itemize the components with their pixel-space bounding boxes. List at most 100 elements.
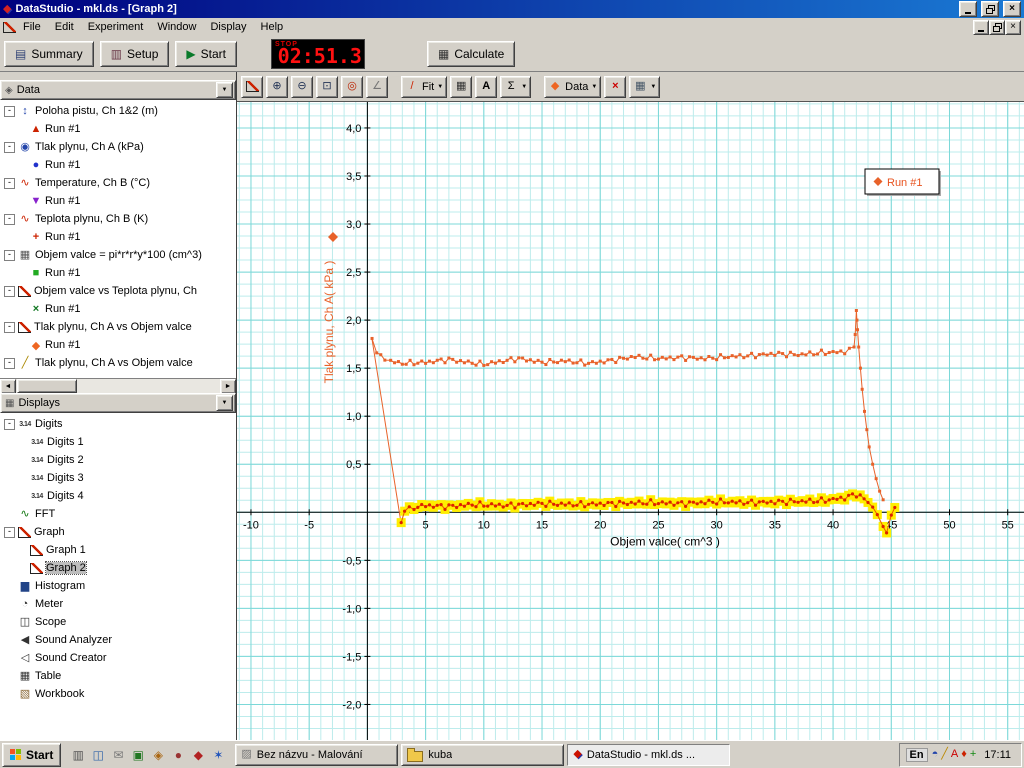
zoom-in-button[interactable]: ⊕	[266, 76, 288, 98]
menu-display[interactable]: Display	[203, 20, 253, 34]
tree-expander-icon[interactable]: -	[4, 142, 15, 153]
displays-header-dropdown-icon[interactable]: ▼	[216, 395, 233, 411]
mdi-minimize-button[interactable]	[973, 20, 989, 35]
settings-dropdown-button[interactable]: ▦▼	[629, 76, 660, 98]
display-item-row[interactable]: ◁Sound Creator	[0, 649, 236, 667]
summary-button[interactable]: ▤ Summary	[4, 41, 94, 67]
mdi-restore-button[interactable]	[989, 20, 1005, 35]
zoom-out-button[interactable]: ⊖	[291, 76, 313, 98]
display-subitem-row[interactable]: Graph 2	[0, 559, 236, 577]
data-item-row[interactable]: -Tlak plynu, Ch A vs Objem valce	[0, 318, 236, 336]
tray-icon-4[interactable]: ♦	[961, 749, 967, 760]
quick-launch-icon-5[interactable]: ◈	[149, 746, 167, 764]
data-tree-horizontal-scrollbar[interactable]: ◄ ►	[0, 378, 236, 393]
legend[interactable]: Run #1	[865, 169, 941, 196]
display-item-row[interactable]: ▧Workbook	[0, 685, 236, 703]
scale-to-fit-button[interactable]	[241, 76, 263, 98]
quick-launch-icon-6[interactable]: ●	[169, 746, 187, 764]
tree-expander-icon[interactable]: -	[4, 250, 15, 261]
menu-file[interactable]: File	[16, 20, 48, 34]
run-item-row[interactable]: ▲Run #1	[0, 120, 236, 138]
tree-expander-icon[interactable]: -	[4, 322, 15, 333]
quick-launch-icon-8[interactable]: ✶	[209, 746, 227, 764]
scroll-left-icon[interactable]: ◄	[0, 379, 16, 394]
start-button[interactable]: ▶ Start	[175, 41, 237, 67]
circle-marker-icon: ●	[30, 159, 42, 171]
text-annotation-button[interactable]: A	[475, 76, 497, 98]
data-item-row[interactable]: -↕Poloha pistu, Ch 1&2 (m)	[0, 102, 236, 120]
quick-launch-icon-4[interactable]: ▣	[129, 746, 147, 764]
tree-expander-icon[interactable]: -	[4, 286, 15, 297]
run-item-row[interactable]: ●Run #1	[0, 156, 236, 174]
data-item-row[interactable]: -◉Tlak plynu, Ch A (kPa)	[0, 138, 236, 156]
menu-experiment[interactable]: Experiment	[81, 20, 151, 34]
display-item-row[interactable]: ∿FFT	[0, 505, 236, 523]
tray-icon-3[interactable]: A	[951, 749, 958, 760]
statistics-dropdown-button[interactable]: Σ▼	[500, 76, 531, 98]
close-button[interactable]: ×	[1003, 1, 1021, 17]
tray-icon-5[interactable]: +	[970, 749, 976, 760]
calculator-button[interactable]: ▦	[450, 76, 472, 98]
quick-launch-icon-1[interactable]: ▥	[69, 746, 87, 764]
task-button[interactable]: ◆DataStudio - mkl.ds ...	[567, 744, 730, 766]
calculate-button[interactable]: ▦ Calculate	[427, 41, 515, 67]
display-subitem-row[interactable]: 3.14Digits 4	[0, 487, 236, 505]
tree-expander-icon[interactable]: -	[4, 214, 15, 225]
display-item-row[interactable]: ◀Sound Analyzer	[0, 631, 236, 649]
display-item-row[interactable]: -Graph	[0, 523, 236, 541]
display-item-row[interactable]: ▆Histogram	[0, 577, 236, 595]
display-item-row[interactable]: ◫Scope	[0, 613, 236, 631]
language-indicator[interactable]: En	[906, 748, 928, 762]
display-subitem-row[interactable]: 3.14Digits 1	[0, 433, 236, 451]
fit-dropdown-button[interactable]: /Fit▼	[401, 76, 447, 98]
start-menu-button[interactable]: Start	[2, 743, 61, 767]
run-item-row[interactable]: ▼Run #1	[0, 192, 236, 210]
menu-window[interactable]: Window	[150, 20, 203, 34]
data-item-row[interactable]: -Objem valce vs Teplota plynu, Ch	[0, 282, 236, 300]
quick-launch-icon-7[interactable]: ◆	[189, 746, 207, 764]
menu-help[interactable]: Help	[254, 20, 291, 34]
mdi-close-button[interactable]: ×	[1005, 20, 1021, 35]
quick-launch-icon-3[interactable]: ✉	[109, 746, 127, 764]
display-subitem-row[interactable]: 3.14Digits 3	[0, 469, 236, 487]
scroll-right-icon[interactable]: ►	[220, 379, 236, 394]
tray-icon-2[interactable]: ╱	[941, 749, 948, 760]
data-panel-header[interactable]: ◈ Data ▼	[0, 80, 236, 100]
zoom-select-button[interactable]: ⊡	[316, 76, 338, 98]
data-item-row[interactable]: -╱Tlak plynu, Ch A vs Objem valce	[0, 354, 236, 372]
displays-panel-header[interactable]: ▦ Displays ▼	[0, 393, 236, 413]
run-item-row[interactable]: ◆Run #1	[0, 336, 236, 354]
minimize-button[interactable]	[959, 1, 977, 17]
plot-area[interactable]: -10-5510152025303540455055-2,0-1,5-1,0-0…	[237, 102, 1024, 740]
restore-button[interactable]	[981, 1, 999, 17]
display-item-row[interactable]: ◔Meter	[0, 595, 236, 613]
tree-expander-icon[interactable]: -	[4, 178, 15, 189]
smart-tool-button[interactable]: ◎	[341, 76, 363, 98]
tree-expander-icon[interactable]: -	[4, 419, 15, 430]
run-item-row[interactable]: +Run #1	[0, 228, 236, 246]
remove-button[interactable]: ×	[604, 76, 626, 98]
data-header-dropdown-icon[interactable]: ▼	[216, 82, 233, 98]
svg-text:-5: -5	[304, 519, 314, 531]
tree-expander-icon[interactable]: -	[4, 358, 15, 369]
menu-edit[interactable]: Edit	[48, 20, 81, 34]
data-item-row[interactable]: -∿Teplota plynu, Ch B (K)	[0, 210, 236, 228]
task-button[interactable]: kuba	[401, 744, 564, 766]
data-dropdown-button[interactable]: ◆Data▼	[544, 76, 601, 98]
tree-expander-icon[interactable]: -	[4, 106, 15, 117]
display-subitem-row[interactable]: 3.14Digits 2	[0, 451, 236, 469]
setup-button[interactable]: ▥ Setup	[100, 41, 170, 67]
display-item-row[interactable]: ▦Table	[0, 667, 236, 685]
slope-tool-button[interactable]: ∠	[366, 76, 388, 98]
data-item-row[interactable]: -∿Temperature, Ch B (°C)	[0, 174, 236, 192]
data-item-row[interactable]: -▦Objem valce = pi*r*r*y*100 (cm^3)	[0, 246, 236, 264]
display-item-row[interactable]: -3.14Digits	[0, 415, 236, 433]
task-button[interactable]: ▨Bez názvu - Malování	[235, 744, 398, 766]
scroll-thumb[interactable]	[17, 379, 77, 393]
quick-launch-icon-2[interactable]: ◫	[89, 746, 107, 764]
display-subitem-row[interactable]: Graph 1	[0, 541, 236, 559]
run-item-row[interactable]: ×Run #1	[0, 300, 236, 318]
run-item-row[interactable]: ■Run #1	[0, 264, 236, 282]
tree-expander-icon[interactable]: -	[4, 527, 15, 538]
tray-icon-1[interactable]: ◓	[932, 749, 939, 760]
